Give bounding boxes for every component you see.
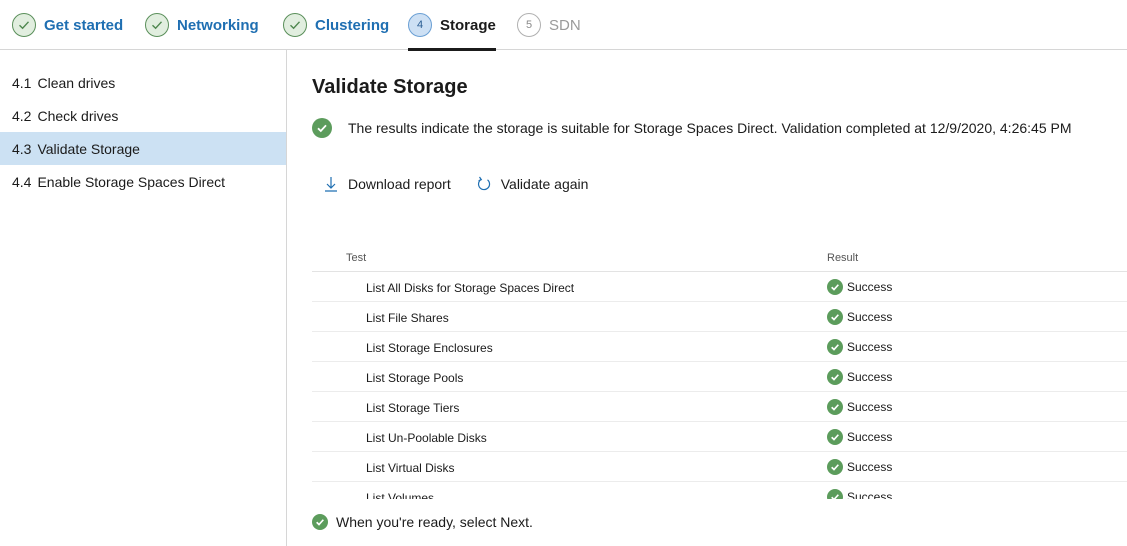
table-header: Test Result: [312, 246, 1127, 272]
test-result: Success: [827, 339, 892, 355]
download-report-label: Download report: [348, 176, 451, 192]
wizard-stepper: Get started Networking Clustering 4 Stor…: [0, 0, 1127, 51]
step-clustering[interactable]: Clustering: [283, 0, 389, 50]
test-name: List Storage Tiers: [366, 401, 460, 415]
result-label: Success: [847, 460, 893, 474]
result-text: The results indicate the storage is suit…: [348, 120, 1072, 136]
test-name: List File Shares: [366, 311, 449, 325]
success-check-icon: [827, 309, 843, 325]
step-label: Get started: [44, 16, 124, 34]
table-row[interactable]: List Un-Poolable Disks Success: [312, 422, 1127, 452]
test-name: List Virtual Disks: [366, 461, 455, 475]
result-label: Success: [847, 490, 893, 499]
test-result: Success: [827, 429, 892, 445]
sidebar-item-label: Enable Storage Spaces Direct: [37, 173, 226, 190]
sidebar-item-clean-drives[interactable]: 4.1 Clean drives: [0, 66, 286, 99]
sidebar-item-enable-storage-spaces-direct[interactable]: 4.4 Enable Storage Spaces Direct: [0, 165, 286, 198]
table-row[interactable]: List File Shares Success: [312, 302, 1127, 332]
sidebar: 4.1 Clean drives 4.2 Check drives 4.3 Va…: [0, 50, 287, 546]
sidebar-item-number: 4.4: [12, 173, 32, 190]
result-label: Success: [847, 430, 893, 444]
column-header-test[interactable]: Test: [346, 252, 366, 264]
step-number-badge: 4: [408, 13, 432, 37]
check-circle-icon: [283, 13, 307, 37]
download-arrow-icon: [325, 177, 337, 192]
test-result: Success: [827, 399, 892, 415]
success-check-icon: [312, 118, 332, 138]
success-check-icon: [312, 514, 328, 530]
download-report-button[interactable]: Download report: [324, 176, 451, 192]
check-circle-icon: [145, 13, 169, 37]
result-label: Success: [847, 400, 893, 414]
main-content: Validate Storage The results indicate th…: [288, 50, 1127, 546]
success-check-icon: [827, 399, 843, 415]
success-check-icon: [827, 429, 843, 445]
success-check-icon: [827, 459, 843, 475]
sidebar-item-number: 4.1: [12, 74, 32, 91]
step-label: Storage: [440, 16, 496, 34]
step-storage[interactable]: 4 Storage: [408, 0, 496, 51]
success-check-icon: [827, 489, 843, 499]
test-name: List Storage Enclosures: [366, 341, 493, 355]
action-bar: Download report Validate again: [324, 176, 614, 192]
validation-result-message: The results indicate the storage is suit…: [312, 118, 1072, 138]
test-result: Success: [827, 279, 892, 295]
refresh-icon: [477, 176, 490, 191]
table-row[interactable]: List Storage Tiers Success: [312, 392, 1127, 422]
step-sdn[interactable]: 5 SDN: [517, 0, 581, 50]
table-row[interactable]: List All Disks for Storage Spaces Direct…: [312, 272, 1127, 302]
table-row[interactable]: List Volumes Success: [312, 482, 1127, 499]
validate-again-label: Validate again: [500, 176, 589, 192]
step-get-started[interactable]: Get started: [12, 0, 123, 50]
test-name: List Un-Poolable Disks: [366, 431, 487, 445]
success-check-icon: [827, 279, 843, 295]
success-check-icon: [827, 339, 843, 355]
result-label: Success: [847, 310, 893, 324]
test-result: Success: [827, 459, 892, 475]
footer-text: When you're ready, select Next.: [336, 514, 533, 530]
sidebar-item-label: Validate Storage: [37, 140, 140, 157]
validate-again-button[interactable]: Validate again: [477, 176, 589, 192]
result-label: Success: [847, 280, 893, 294]
success-check-icon: [827, 369, 843, 385]
test-result: Success: [827, 309, 892, 325]
step-label: Networking: [177, 16, 259, 34]
table-row[interactable]: List Storage Pools Success: [312, 362, 1127, 392]
sidebar-item-label: Check drives: [37, 107, 119, 124]
footer-message: When you're ready, select Next.: [312, 514, 533, 530]
test-result: Success: [827, 369, 892, 385]
test-name: List Storage Pools: [366, 371, 464, 385]
step-label: SDN: [549, 16, 581, 34]
table-row[interactable]: List Storage Enclosures Success: [312, 332, 1127, 362]
sidebar-item-number: 4.3: [12, 140, 32, 157]
sidebar-item-check-drives[interactable]: 4.2 Check drives: [0, 99, 286, 132]
result-label: Success: [847, 340, 893, 354]
page-title: Validate Storage: [312, 76, 468, 98]
sidebar-item-label: Clean drives: [37, 74, 116, 91]
step-label: Clustering: [315, 16, 390, 34]
step-networking[interactable]: Networking: [145, 0, 259, 50]
table-body[interactable]: List All Disks for Storage Spaces Direct…: [312, 272, 1127, 499]
test-name: List Volumes: [366, 491, 435, 499]
test-result: Success: [827, 489, 892, 499]
check-circle-icon: [12, 13, 36, 37]
step-number-badge: 5: [517, 13, 541, 37]
table-row[interactable]: List Virtual Disks Success: [312, 452, 1127, 482]
column-header-result[interactable]: Result: [827, 252, 858, 264]
sidebar-item-validate-storage[interactable]: 4.3 Validate Storage: [0, 132, 286, 165]
result-label: Success: [847, 370, 893, 384]
test-name: List All Disks for Storage Spaces Direct: [366, 281, 575, 295]
validation-results-table: Test Result List All Disks for Storage S…: [312, 246, 1127, 499]
sidebar-item-number: 4.2: [12, 107, 32, 124]
